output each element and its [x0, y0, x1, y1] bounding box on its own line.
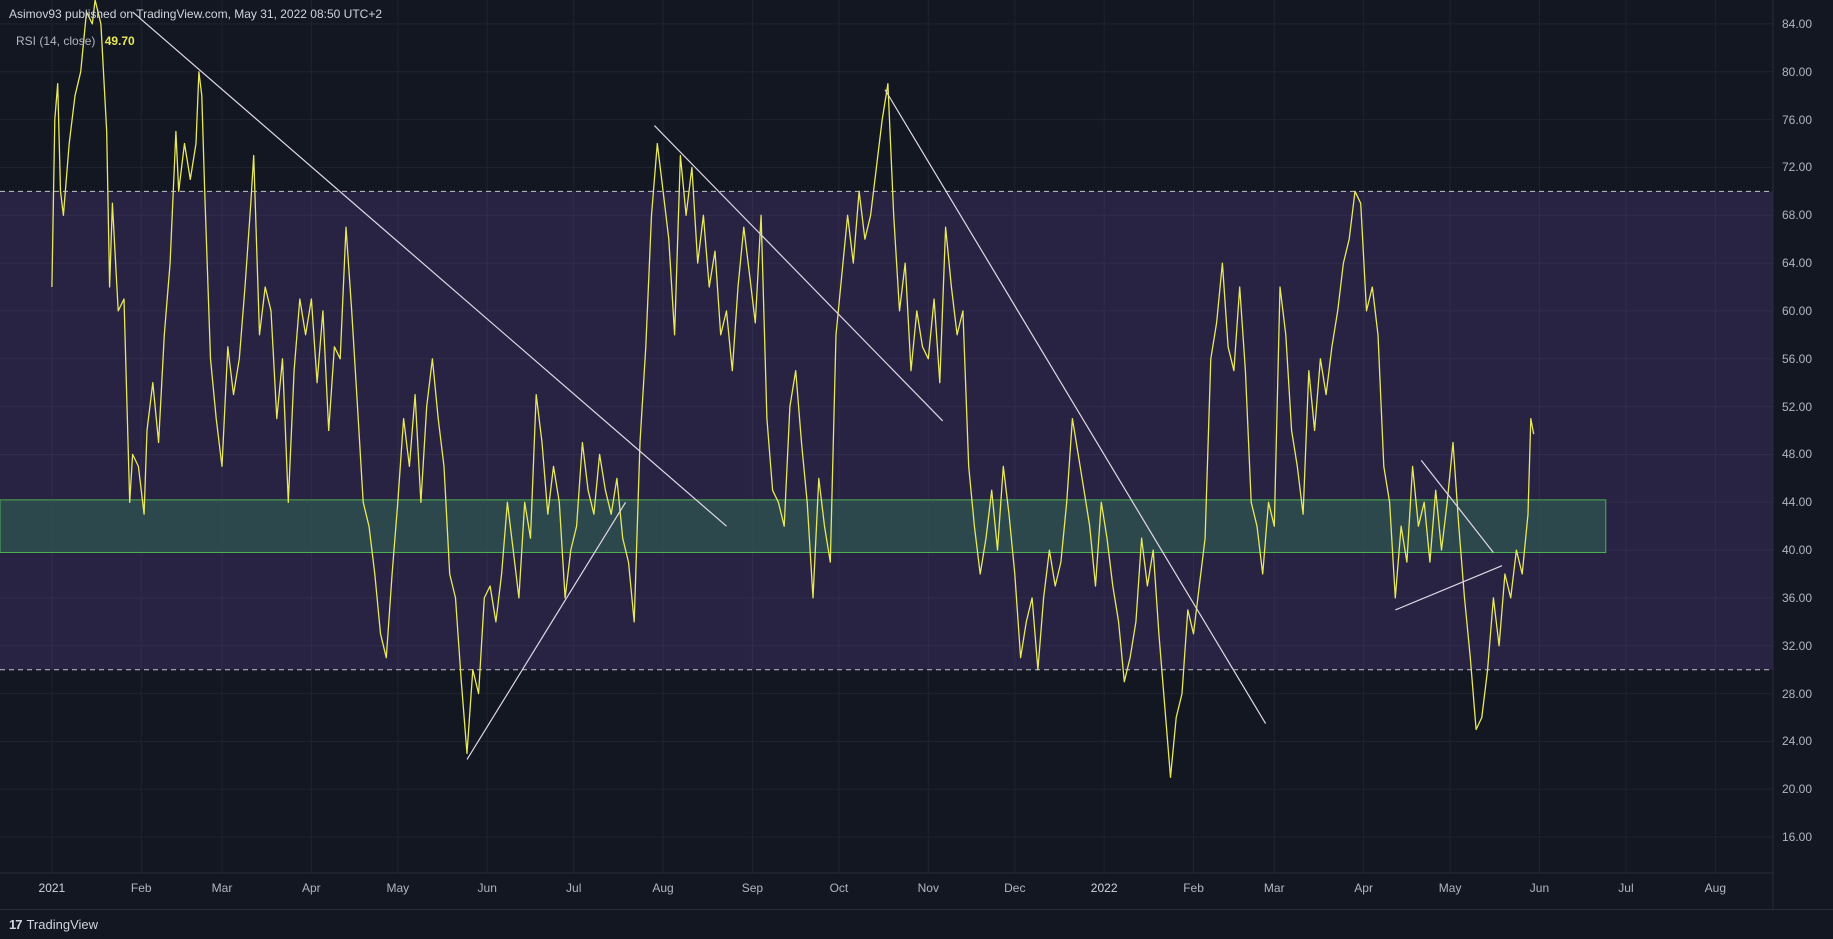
x-tick-label-14: Mar	[1263, 881, 1285, 895]
y-tick-label-14: 28.00	[1782, 686, 1813, 701]
brand-label: TradingView	[26, 917, 99, 932]
x-tick-label-10: Nov	[917, 881, 939, 895]
y-tick-label-12: 36.00	[1782, 590, 1813, 605]
y-tick-label-7: 56.00	[1782, 351, 1813, 366]
x-tick-label-7: Aug	[652, 881, 674, 895]
y-tick-label-16: 20.00	[1782, 782, 1813, 797]
y-tick-label-8: 52.00	[1782, 399, 1813, 414]
x-tick-label-6: Jul	[566, 881, 582, 895]
x-tick-label-15: Apr	[1354, 881, 1373, 895]
y-tick-label-10: 44.00	[1782, 495, 1813, 510]
indicator-value: 49.70	[104, 34, 135, 48]
x-tick-label-17: Jun	[1529, 881, 1550, 895]
indicator-legend[interactable]: RSI (14, close) 49.70	[16, 34, 135, 48]
x-tick-label-12: 2022	[1090, 881, 1118, 895]
y-tick-label-4: 68.00	[1782, 208, 1813, 223]
y-tick-label-3: 72.00	[1782, 160, 1813, 175]
x-tick-label-2: Mar	[211, 881, 233, 895]
x-tick-label-4: May	[386, 881, 410, 895]
y-tick-label-15: 24.00	[1782, 734, 1813, 749]
x-tick-label-3: Apr	[302, 881, 321, 895]
y-tick-label-17: 16.00	[1782, 830, 1813, 845]
y-tick-label-13: 32.00	[1782, 638, 1813, 653]
y-tick-label-1: 80.00	[1782, 64, 1813, 79]
x-tick-label-5: Jun	[477, 881, 497, 895]
rsi-band	[0, 190, 1773, 671]
x-tick-label-16: May	[1438, 881, 1462, 895]
x-tick-label-11: Dec	[1004, 881, 1026, 895]
y-tick-label-9: 48.00	[1782, 447, 1813, 462]
support-zone[interactable]	[0, 499, 1607, 554]
x-tick-label-13: Feb	[1183, 881, 1204, 895]
support-zone-rect[interactable]	[0, 499, 1607, 554]
x-tick-label-18: Jul	[1618, 881, 1634, 895]
indicator-name: RSI (14, close)	[16, 34, 96, 48]
x-tick-label-0: 2021	[38, 881, 66, 895]
y-tick-label-5: 64.00	[1782, 256, 1813, 271]
x-tick-label-8: Sep	[741, 881, 764, 895]
x-tick-label-9: Oct	[829, 881, 849, 895]
footer-bar: 17 TradingView	[0, 909, 1833, 939]
x-tick-label-19: Aug	[1704, 881, 1727, 895]
y-tick-label-6: 60.00	[1782, 303, 1813, 318]
tradingview-brand[interactable]: 17 TradingView	[9, 917, 98, 932]
tradingview-logo-icon: 17	[9, 917, 23, 932]
y-tick-label-2: 76.00	[1782, 112, 1813, 127]
y-tick-label-0: 84.00	[1782, 16, 1813, 31]
y-tick-label-11: 40.00	[1782, 543, 1813, 558]
published-header: Asimov93 published on TradingView.com, M…	[9, 7, 382, 21]
rsi-chart[interactable]	[0, 0, 1833, 938]
rsi-band-fill	[0, 191, 1773, 670]
x-tick-label-1: Feb	[130, 881, 152, 895]
